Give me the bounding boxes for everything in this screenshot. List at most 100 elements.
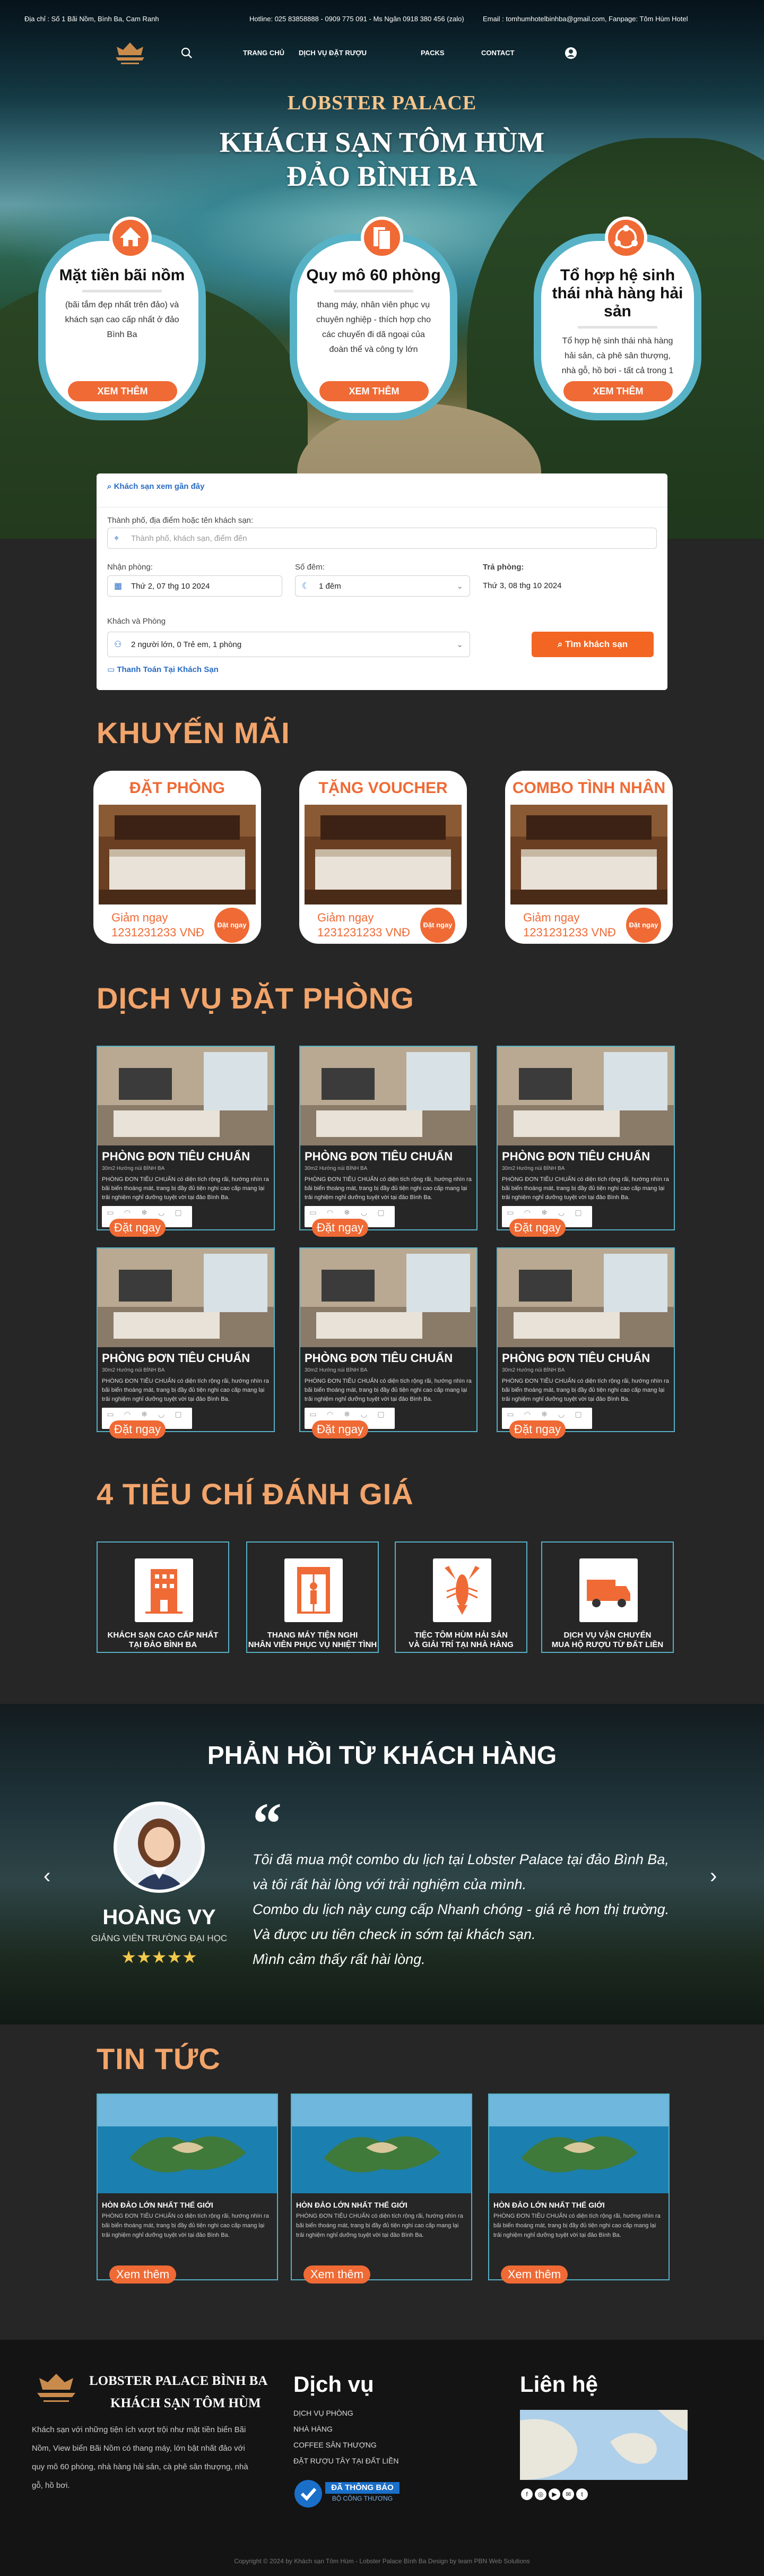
services-heading: Dịch vụ: [293, 2372, 374, 2397]
nav-wine-service[interactable]: DỊCH VỤ ĐẶT RƯỢU: [299, 49, 367, 57]
instagram-icon[interactable]: ◎: [535, 2488, 546, 2500]
book-now-button[interactable]: Đặt ngay: [109, 1420, 166, 1438]
book-now-button[interactable]: Đặt ngay: [509, 1420, 566, 1438]
checkin-field[interactable]: ▦ Thứ 2, 07 thg 10 2024: [107, 575, 282, 597]
testimonial-section: PHẢN HỒI TỪ KHÁCH HÀNG ‹ › HOÀNG VY GIẢN…: [0, 1704, 764, 2024]
room-image: [98, 1248, 274, 1347]
book-now-button[interactable]: Đặt ngay: [312, 1420, 368, 1438]
footer-link[interactable]: ĐẶT RƯỢU TÂY TẠI ĐẤT LIỀN: [293, 2457, 399, 2465]
testimonial-title: PHẢN HỒI TỪ KHÁCH HÀNG: [207, 1742, 557, 1770]
room-name: PHÒNG ĐƠN TIÊU CHUẨN: [305, 1351, 453, 1365]
ac-icon: ❄: [141, 1410, 147, 1418]
book-now-badge[interactable]: Đặt ngay: [214, 908, 249, 943]
room-card[interactable]: PHÒNG ĐƠN TIÊU CHUẨN 30m2 Hướng núi BÌNH…: [497, 1046, 675, 1237]
nav-packs[interactable]: PACKS: [421, 49, 445, 57]
search-hotel-button[interactable]: ⌕ Tìm khách sạn: [532, 632, 654, 657]
twitter-icon[interactable]: t: [576, 2488, 588, 2500]
see-more-button[interactable]: XEM THÊM: [68, 381, 177, 401]
rooms-icon: [361, 217, 403, 259]
chevron-left-icon[interactable]: ‹: [44, 1864, 50, 1888]
logo-icon[interactable]: [31, 2371, 82, 2408]
nights-select[interactable]: ☾ 1 đêm ⌄: [295, 575, 470, 597]
ministry-badge[interactable]: ĐÃ THÔNG BÁO BỘ CÔNG THƯƠNG: [293, 2479, 400, 2509]
room-image: [300, 1047, 476, 1145]
badge-line2: BỘ CÔNG THƯƠNG: [332, 2495, 393, 2502]
map-image[interactable]: [520, 2410, 688, 2480]
recent-hotels[interactable]: ⌕ Khách sạn xem gần đây: [97, 473, 667, 507]
read-more-button[interactable]: Xem thêm: [501, 2265, 568, 2284]
footer-link[interactable]: COFFEE SÂN THƯỢNG: [293, 2441, 377, 2449]
main-nav: TRANG CHỦ DỊCH VỤ ĐẶT RƯỢU PACKS CONTACT: [0, 37, 764, 72]
news-desc: PHÒNG ĐƠN TIÊU CHUẨN có diện tích rộng r…: [296, 2213, 463, 2238]
news-card[interactable]: HÒN ĐẢO LỚN NHẤT THẾ GIỚI PHÒNG ĐƠN TIÊU…: [291, 2093, 472, 2284]
room-card[interactable]: PHÒNG ĐƠN TIÊU CHUẨN 30m2 Hướng núi BÌNH…: [97, 1247, 275, 1438]
pay-at-hotel-link[interactable]: ▭ Thanh Toán Tại Khách Sạn: [107, 665, 219, 674]
feature-title: Quy mô 60 phòng: [306, 266, 441, 284]
footer-link[interactable]: DỊCH VỤ PHÒNG: [293, 2409, 353, 2417]
feature-title: Mặt tiền bãi nồm: [59, 266, 185, 284]
room-card[interactable]: PHÒNG ĐƠN TIÊU CHUẨN 30m2 Hướng núi BÌNH…: [299, 1247, 478, 1438]
room-name: PHÒNG ĐƠN TIÊU CHUẨN: [102, 1351, 250, 1365]
criteria-label: KHÁCH SẠN CAO CẤP NHẤT TẠI ĐẢO BÌNH BA: [107, 1631, 219, 1649]
search-icon: ⌕: [557, 639, 566, 649]
testimonial-line: Và được ưu tiên check in sớm tại khách s…: [253, 1926, 536, 1942]
hotline-text[interactable]: Hotline: 025 83858888 - 0909 775 091 - M…: [249, 15, 464, 23]
criteria-label: DỊCH VỤ VẬN CHUYỂN MUA HỘ RƯỢU TỪ ĐẤT LIỀ…: [551, 1631, 664, 1649]
city-input[interactable]: ⌖ Thành phố, khách sạn, điểm đến: [107, 528, 657, 549]
room-meta: 30m2 Hướng núi BÌNH BA: [102, 1166, 165, 1171]
book-now-badge[interactable]: Đặt ngay: [626, 908, 661, 943]
logo-icon[interactable]: [111, 39, 149, 69]
book-now-button[interactable]: Đặt ngay: [509, 1219, 566, 1237]
see-more-button[interactable]: XEM THÊM: [319, 381, 429, 401]
copyright: Copyright © 2024 by Khách sạn Tôm Hùm - …: [234, 2557, 530, 2565]
news-card[interactable]: HÒN ĐẢO LỚN NHẤT THẾ GIỚI PHÒNG ĐƠN TIÊU…: [488, 2093, 670, 2284]
guests-select[interactable]: ⚇ 2 người lớn, 0 Trẻ em, 1 phòng ⌄: [107, 632, 470, 657]
nav-home[interactable]: TRANG CHỦ: [243, 49, 284, 57]
hero-banner: Địa chỉ : Số 1 Bãi Nồm, Bình Ba, Cam Ran…: [0, 0, 764, 539]
tv-icon: ▢: [377, 1410, 385, 1418]
book-now-badge[interactable]: Đặt ngay: [420, 908, 455, 943]
ac-icon: ❄: [141, 1208, 147, 1217]
room-card[interactable]: PHÒNG ĐƠN TIÊU CHUẨN 30m2 Hướng núi BÌNH…: [299, 1046, 478, 1237]
criteria-card: THANG MÁY TIỆN NGHI NHÂN VIÊN PHỤC VỤ NHI…: [246, 1541, 379, 1653]
room-meta: 30m2 Hướng núi BÌNH BA: [305, 1166, 368, 1171]
checkout-value: Thứ 3, 08 thg 10 2024: [483, 581, 562, 590]
search-icon[interactable]: [180, 47, 193, 59]
book-now-button[interactable]: Đặt ngay: [109, 1219, 166, 1237]
room-card[interactable]: PHÒNG ĐƠN TIÊU CHUẨN 30m2 Hướng núi BÌNH…: [97, 1046, 275, 1237]
facebook-icon[interactable]: f: [521, 2488, 533, 2500]
nav-contact[interactable]: CONTACT: [481, 49, 515, 57]
contact-text[interactable]: Email : tomhumhotelbinhba@gmail.com, Fan…: [483, 15, 688, 23]
news-card[interactable]: HÒN ĐẢO LỚN NHẤT THẾ GIỚI PHÒNG ĐƠN TIÊU…: [97, 2093, 278, 2284]
news-title: TIN TỨC: [97, 2042, 221, 2075]
chevron-right-icon[interactable]: ›: [710, 1864, 717, 1888]
read-more-button[interactable]: Xem thêm: [109, 2265, 176, 2284]
hotel-building-icon: [135, 1558, 193, 1622]
news-desc: PHÒNG ĐƠN TIÊU CHUẨN có diện tích rộng r…: [493, 2213, 661, 2238]
messenger-icon[interactable]: ✉: [562, 2488, 574, 2500]
room-card[interactable]: PHÒNG ĐƠN TIÊU CHUẨN 30m2 Hướng núi BÌNH…: [497, 1247, 675, 1438]
island-image: [292, 2095, 471, 2193]
news-desc: PHÒNG ĐƠN TIÊU CHUẨN có diện tích rộng r…: [102, 2213, 269, 2238]
testimonial-line: Mình cảm thấy rất hài lòng.: [253, 1951, 426, 1967]
hero-brand: LOBSTER PALACE: [287, 92, 477, 114]
checkout-label: Trả phòng:: [483, 563, 524, 572]
feature-card: Tổ hợp hệ sinh thái nhà hàng hải sản Tổ …: [534, 217, 701, 420]
youtube-icon[interactable]: ▶: [549, 2488, 560, 2500]
beach-house-icon: [109, 217, 152, 259]
tv-icon: ▢: [377, 1208, 385, 1217]
see-more-button[interactable]: XEM THÊM: [563, 381, 673, 401]
promo-title: TẶNG VOUCHER: [318, 779, 448, 797]
ac-icon: ❄: [344, 1208, 350, 1217]
ecosystem-icon: [605, 217, 647, 259]
promo-card[interactable]: TẶNG VOUCHER Giảm ngay 1231231233 VNĐ Đặ…: [299, 771, 467, 944]
room-meta: 30m2 Hướng núi BÌNH BA: [305, 1367, 368, 1373]
promo-card[interactable]: ĐẶT PHÒNG Giảm ngay 1231231233 VNĐ Đặt n…: [93, 771, 261, 944]
lobster-icon: [433, 1558, 491, 1622]
promo-card[interactable]: COMBO TÌNH NHÂN Giảm ngay 1231231233 VNĐ…: [505, 771, 673, 944]
read-more-button[interactable]: Xem thêm: [303, 2265, 370, 2284]
footer-link[interactable]: NHÀ HÀNG: [293, 2425, 333, 2433]
book-now-button[interactable]: Đặt ngay: [312, 1219, 368, 1237]
user-icon[interactable]: [565, 47, 577, 59]
divider: [82, 290, 162, 292]
